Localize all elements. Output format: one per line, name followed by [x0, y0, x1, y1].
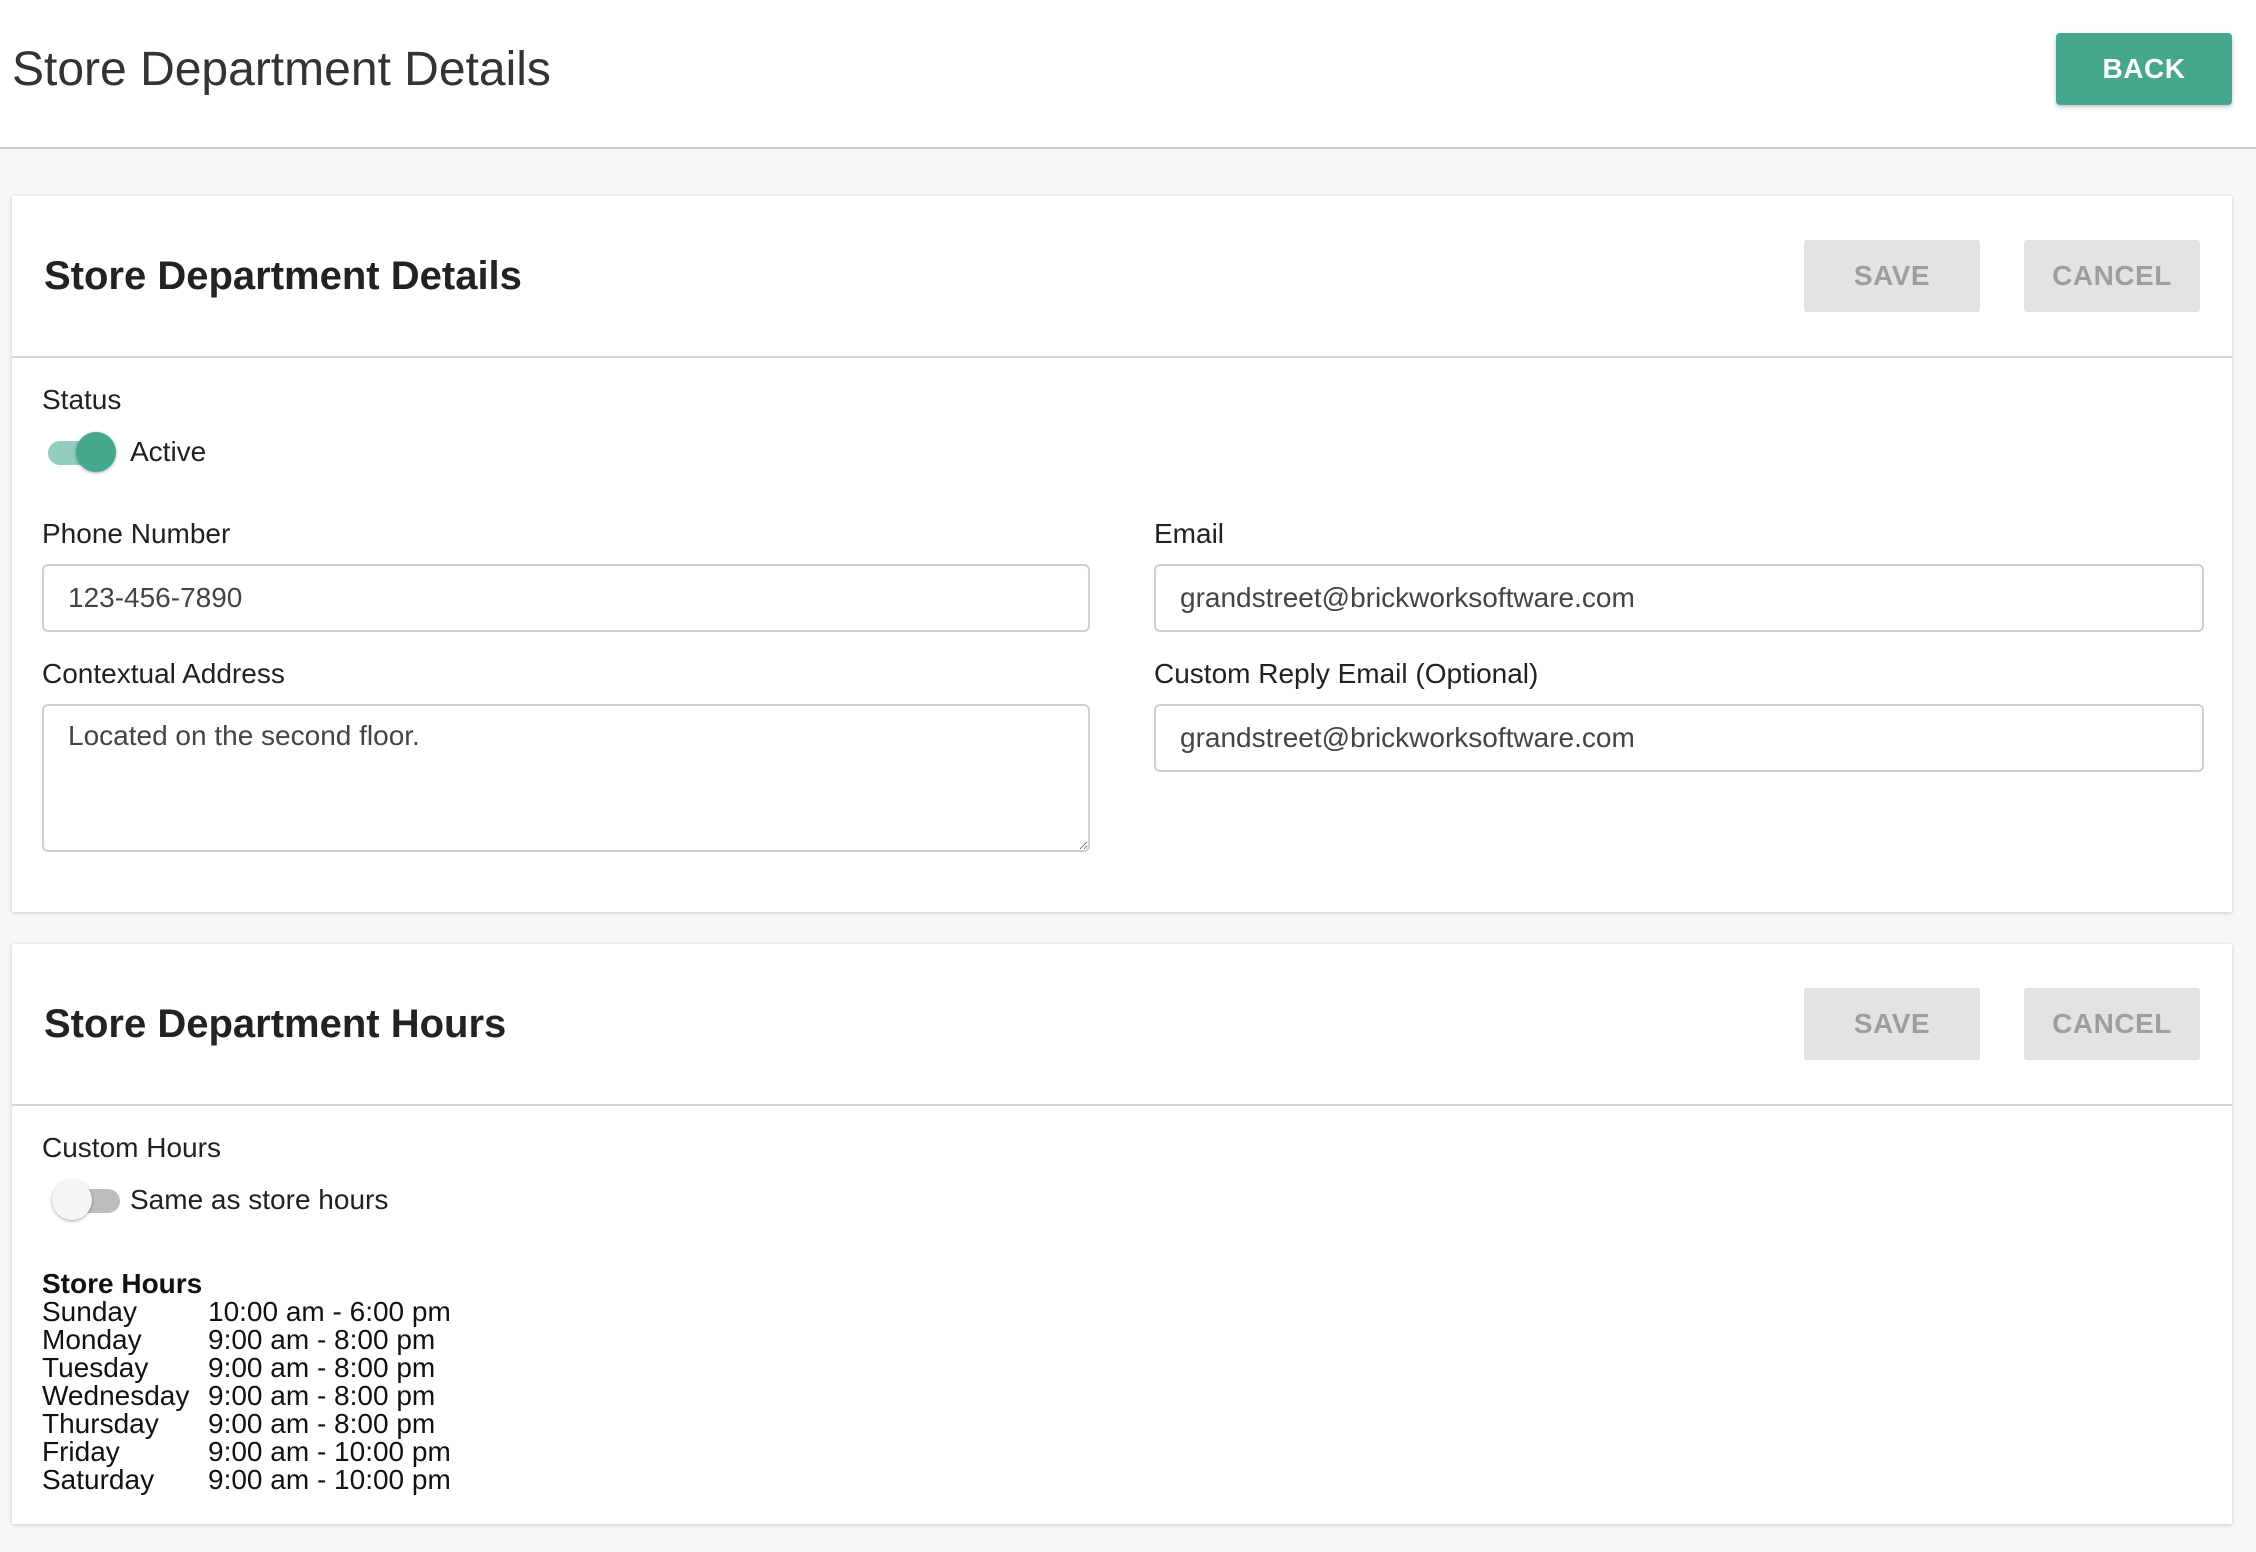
store-hours-row: Sunday 10:00 am - 6:00 pm: [42, 1298, 451, 1326]
hours-card-title: Store Department Hours: [44, 1002, 507, 1046]
store-hours-row: Saturday 9:00 am - 10:00 pm: [42, 1466, 451, 1494]
status-toggle[interactable]: [44, 430, 116, 474]
top-bar: Store Department Details BACK: [0, 0, 2256, 149]
hours-card: Store Department Hours SAVE CANCEL Custo…: [12, 944, 2232, 1524]
contextual-address-textarea[interactable]: Located on the second floor.: [42, 704, 1090, 852]
phone-input[interactable]: [42, 564, 1090, 632]
custom-hours-toggle-label: Same as store hours: [130, 1184, 389, 1215]
store-hours-time: 9:00 am - 10:00 pm: [208, 1436, 451, 1467]
custom-reply-email-input[interactable]: [1154, 704, 2204, 772]
store-hours-time: 9:00 am - 8:00 pm: [208, 1352, 436, 1383]
custom-hours-toggle[interactable]: [52, 1178, 124, 1222]
details-cancel-button[interactable]: CANCEL: [2024, 240, 2200, 312]
store-hours-day: Tuesday: [42, 1352, 149, 1383]
store-hours-time: 9:00 am - 8:00 pm: [208, 1408, 436, 1439]
store-hours-day: Sunday: [42, 1296, 137, 1327]
store-hours-day: Wednesday: [42, 1380, 190, 1411]
store-hours-day: Saturday: [42, 1464, 155, 1495]
store-hours-day: Friday: [42, 1436, 120, 1467]
back-button[interactable]: BACK: [2056, 33, 2232, 105]
hours-cancel-button[interactable]: CANCEL: [2024, 988, 2200, 1060]
store-hours-day: Thursday: [42, 1408, 159, 1439]
store-hours-list: Store Hours Sunday 10:00 am - 6:00 pm Mo…: [42, 1270, 451, 1494]
store-hours-row: Friday 9:00 am - 10:00 pm: [42, 1438, 451, 1466]
custom-hours-toggle-knob: [52, 1180, 92, 1220]
phone-label: Phone Number: [42, 518, 231, 549]
status-value: Active: [130, 436, 207, 467]
store-hours-row: Monday 9:00 am - 8:00 pm: [42, 1326, 451, 1354]
page-title: Store Department Details: [12, 43, 551, 96]
details-save-button[interactable]: SAVE: [1804, 240, 1980, 312]
details-card-header: Store Department Details SAVE CANCEL: [12, 196, 2232, 358]
custom-hours-label: Custom Hours: [42, 1132, 221, 1163]
store-hours-row: Wednesday 9:00 am - 8:00 pm: [42, 1382, 451, 1410]
status-toggle-knob: [76, 432, 116, 472]
hours-card-header: Store Department Hours SAVE CANCEL: [12, 944, 2232, 1106]
store-hours-time: 10:00 am - 6:00 pm: [208, 1296, 451, 1327]
store-hours-time: 9:00 am - 8:00 pm: [208, 1380, 436, 1411]
store-hours-row: Tuesday 9:00 am - 8:00 pm: [42, 1354, 451, 1382]
status-label: Status: [42, 384, 122, 415]
contextual-address-label: Contextual Address: [42, 658, 285, 689]
store-hours-heading: Store Hours: [42, 1268, 203, 1299]
email-input[interactable]: [1154, 564, 2204, 632]
store-hours-day: Monday: [42, 1324, 142, 1355]
email-label: Email: [1154, 518, 1225, 549]
store-hours-time: 9:00 am - 8:00 pm: [208, 1324, 436, 1355]
store-hours-row: Thursday 9:00 am - 8:00 pm: [42, 1410, 451, 1438]
store-hours-time: 9:00 am - 10:00 pm: [208, 1464, 451, 1495]
details-card: Store Department Details SAVE CANCEL Sta…: [12, 196, 2232, 912]
details-card-title: Store Department Details: [44, 254, 522, 298]
custom-reply-email-label: Custom Reply Email (Optional): [1154, 658, 1539, 689]
hours-save-button[interactable]: SAVE: [1804, 988, 1980, 1060]
